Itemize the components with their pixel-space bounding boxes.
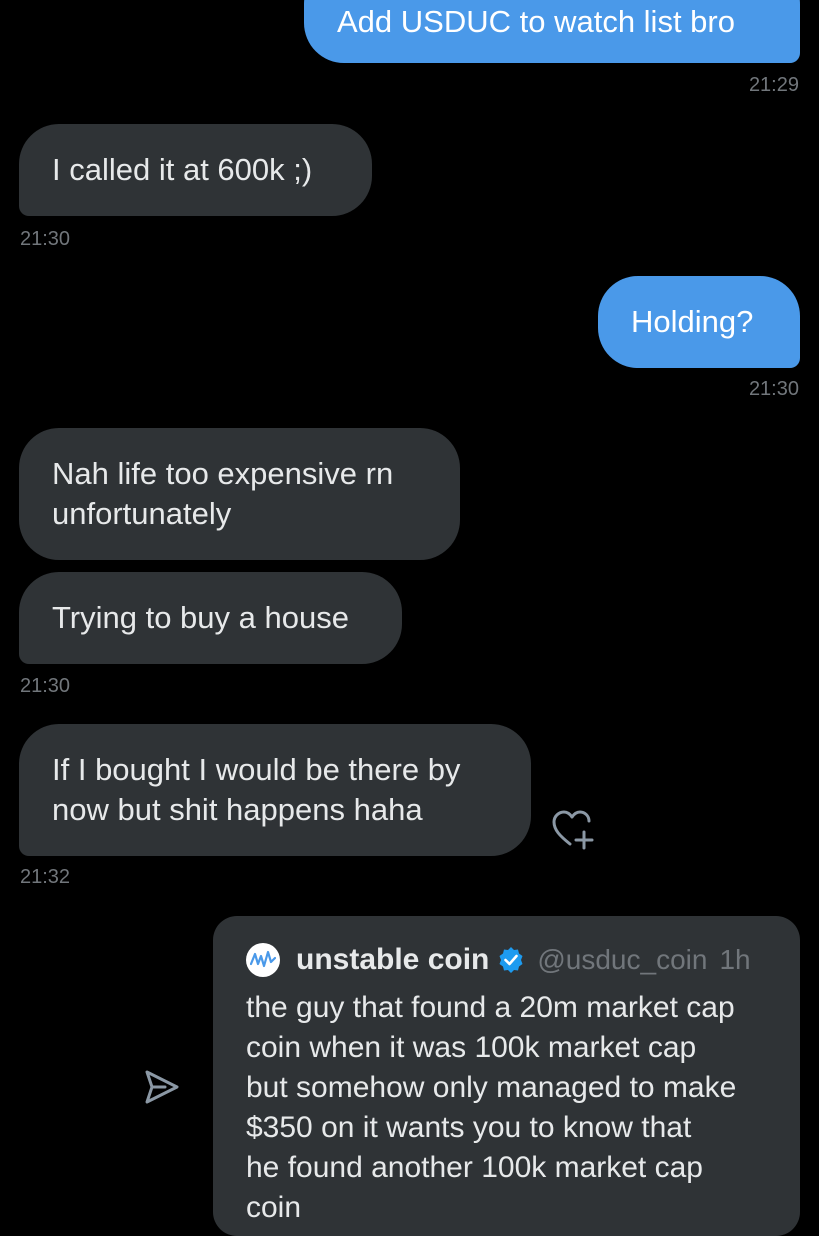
author-handle[interactable]: @usduc_coin <box>537 944 707 976</box>
message-timestamp: 21:29 <box>748 74 799 96</box>
message-text: Trying to buy a house <box>52 600 349 635</box>
message-timestamp: 21:30 <box>748 378 799 400</box>
sent-message-bubble[interactable]: Holding? <box>598 276 800 368</box>
verified-badge-icon <box>499 947 523 973</box>
received-message-bubble[interactable]: I called it at 600k ;) <box>19 124 372 216</box>
message-text: Holding? <box>631 304 754 339</box>
avatar[interactable] <box>246 943 280 977</box>
quoted-post-card[interactable]: unstable coin @usduc_coin 1h the guy tha… <box>213 916 800 1236</box>
received-message-bubble[interactable]: Trying to buy a house <box>19 572 402 664</box>
message-text: If I bought I would be there by now but … <box>52 752 461 827</box>
received-message-bubble[interactable]: Nah life too expensive rn unfortunately <box>19 428 460 560</box>
message-timestamp: 21:30 <box>20 228 71 250</box>
heart-plus-icon[interactable] <box>552 810 596 850</box>
message-text: I called it at 600k ;) <box>52 152 313 187</box>
message-text: Add USDUC to watch list bro <box>337 4 735 39</box>
message-timestamp: 21:32 <box>20 866 71 888</box>
send-icon[interactable] <box>143 1068 181 1106</box>
quoted-post-text: the guy that found a 20m market cap coin… <box>246 991 737 1224</box>
author-name[interactable]: unstable coin <box>296 943 489 977</box>
sent-message-bubble[interactable]: Add USDUC to watch list bro <box>304 0 800 63</box>
post-age: 1h <box>719 944 751 975</box>
received-message-bubble[interactable]: If I bought I would be there by now but … <box>19 724 531 856</box>
message-text: Nah life too expensive rn unfortunately <box>52 456 394 531</box>
message-timestamp: 21:30 <box>20 675 71 697</box>
quoted-post-header: unstable coin @usduc_coin 1h <box>246 940 800 980</box>
